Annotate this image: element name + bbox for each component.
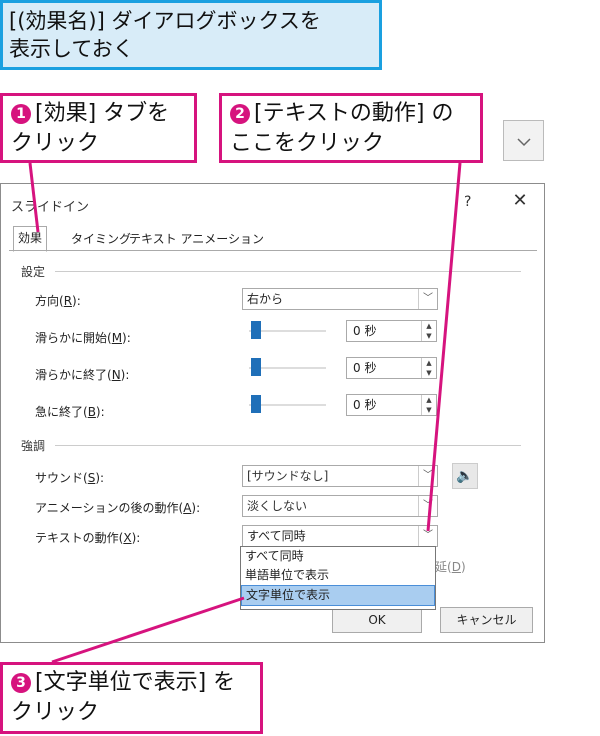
connector-2	[426, 162, 462, 532]
connector-1	[28, 162, 40, 233]
connector-3	[51, 596, 245, 664]
callout-connectors	[28, 162, 462, 664]
